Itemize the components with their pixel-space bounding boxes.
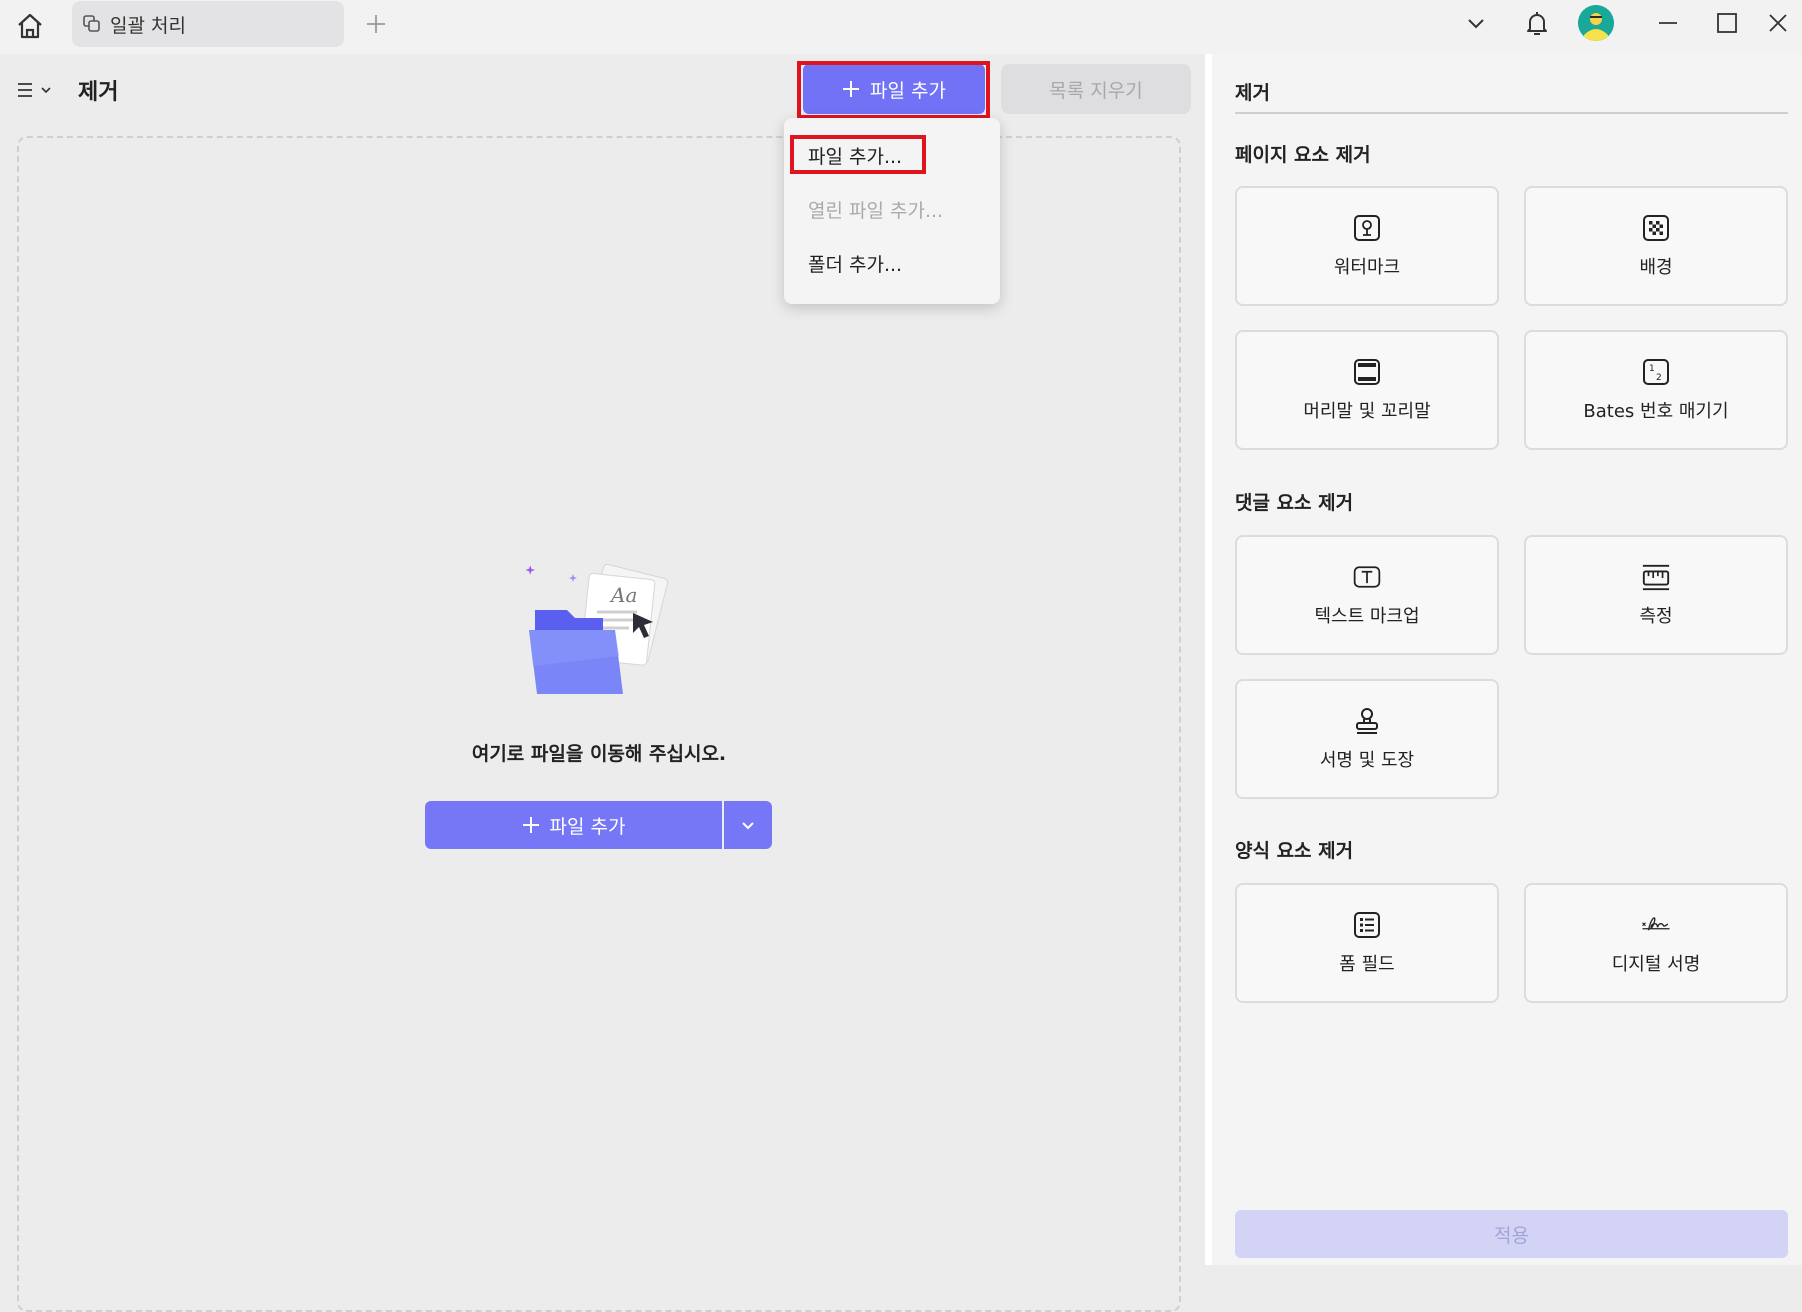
option-label: 텍스트 마크업: [1314, 606, 1420, 627]
digital-signature-icon: [1642, 917, 1670, 931]
tab-label: 일괄 처리: [110, 14, 186, 37]
option-label: Bates 번호 매기기: [1583, 401, 1729, 422]
home-icon: [18, 13, 42, 39]
add-file-center-button[interactable]: 파일 추가: [425, 801, 722, 849]
option-form-field[interactable]: 폼 필드: [1235, 883, 1499, 1003]
minimize-icon: [1659, 22, 1677, 24]
dropdown-menu-button[interactable]: [1454, 0, 1498, 46]
add-file-button[interactable]: 파일 추가: [803, 64, 985, 114]
background-icon: [1643, 215, 1669, 241]
menu-item-add-file[interactable]: 파일 추가...: [808, 142, 902, 169]
main-panel: 제거 파일 추가 목록 지우기 Aa 여기로 파일을 이동해 주십시오. 파일 …: [0, 54, 1205, 1312]
new-tab-button[interactable]: [360, 8, 392, 40]
hamburger-icon: [18, 83, 32, 97]
folder-illustration: Aa: [525, 563, 669, 694]
plus-icon: [522, 817, 539, 833]
stamp-icon: [1356, 708, 1378, 734]
form-field-icon: [1354, 912, 1380, 938]
bates-number-icon: 1 2: [1643, 359, 1669, 385]
option-background[interactable]: 배경: [1524, 186, 1788, 306]
add-file-center-label: 파일 추가: [549, 815, 626, 838]
remove-options-panel: 제거 페이지 요소 제거 워터마크 배경 머리말 및 꼬리말 1 2 Bates…: [1212, 54, 1802, 1265]
page-title: 제거: [78, 80, 119, 105]
batch-icon: [83, 15, 100, 32]
option-watermark[interactable]: 워터마크: [1235, 186, 1499, 306]
chevron-down-icon: [1468, 19, 1484, 29]
option-signature-stamp[interactable]: 서명 및 도장: [1235, 679, 1499, 799]
close-icon: [1769, 14, 1787, 32]
panel-title: 제거: [1235, 82, 1270, 104]
svg-text:2: 2: [1656, 373, 1662, 383]
option-label: 측정: [1639, 606, 1673, 627]
maximize-icon: [1717, 13, 1737, 33]
option-label: 배경: [1639, 257, 1673, 278]
option-label: 폼 필드: [1339, 954, 1395, 975]
svg-text:Aa: Aa: [609, 583, 637, 607]
drop-hint-text: 여기로 파일을 이동해 주십시오.: [471, 743, 727, 765]
file-drop-zone[interactable]: [17, 136, 1181, 1312]
option-label: 디지털 서명: [1611, 954, 1701, 975]
plus-icon: [367, 15, 385, 33]
svg-text:1: 1: [1649, 364, 1655, 374]
panel-divider: [1205, 54, 1212, 1265]
add-file-label: 파일 추가: [870, 79, 946, 102]
option-label: 서명 및 도장: [1319, 750, 1415, 771]
option-header-footer[interactable]: 머리말 및 꼬리말: [1235, 330, 1499, 450]
watermark-icon: [1354, 215, 1380, 241]
option-measure[interactable]: 측정: [1524, 535, 1788, 655]
divider: [1235, 112, 1788, 114]
minimize-button[interactable]: [1646, 0, 1690, 46]
menu-item-add-open-files: 열린 파일 추가...: [808, 200, 944, 222]
section-title-comment-elements: 댓글 요소 제거: [1235, 492, 1354, 514]
apply-button[interactable]: 적용: [1235, 1210, 1788, 1258]
plus-icon: [843, 81, 860, 97]
measure-icon: [1642, 564, 1670, 591]
header-footer-icon: [1354, 359, 1380, 385]
section-title-page-elements: 페이지 요소 제거: [1235, 144, 1371, 166]
bell-icon: [1527, 12, 1547, 35]
chevron-down-icon: [41, 87, 51, 94]
notification-button[interactable]: [1515, 0, 1559, 46]
text-markup-icon: [1353, 566, 1381, 588]
menu-toggle-button[interactable]: [16, 74, 58, 106]
title-bar: 일괄 처리: [0, 0, 1802, 54]
avatar-button[interactable]: [1574, 0, 1618, 46]
add-file-dropdown: 파일 추가... 열린 파일 추가... 폴더 추가...: [784, 118, 1000, 304]
close-button[interactable]: [1756, 0, 1800, 46]
add-file-options-button[interactable]: [724, 801, 772, 849]
option-label: 머리말 및 꼬리말: [1303, 401, 1431, 422]
option-bates-numbering[interactable]: 1 2 Bates 번호 매기기: [1524, 330, 1788, 450]
clear-list-button[interactable]: 목록 지우기: [1001, 64, 1191, 114]
home-button[interactable]: [10, 6, 50, 46]
menu-item-add-folder[interactable]: 폴더 추가...: [808, 250, 902, 277]
maximize-button[interactable]: [1705, 0, 1749, 46]
avatar: [1578, 5, 1614, 41]
option-digital-signature[interactable]: 디지털 서명: [1524, 883, 1788, 1003]
option-label: 워터마크: [1333, 257, 1401, 278]
option-text-markup[interactable]: 텍스트 마크업: [1235, 535, 1499, 655]
section-title-form-elements: 양식 요소 제거: [1235, 840, 1354, 862]
tab-batch-process[interactable]: 일괄 처리: [72, 1, 344, 47]
chevron-down-icon: [742, 822, 754, 830]
